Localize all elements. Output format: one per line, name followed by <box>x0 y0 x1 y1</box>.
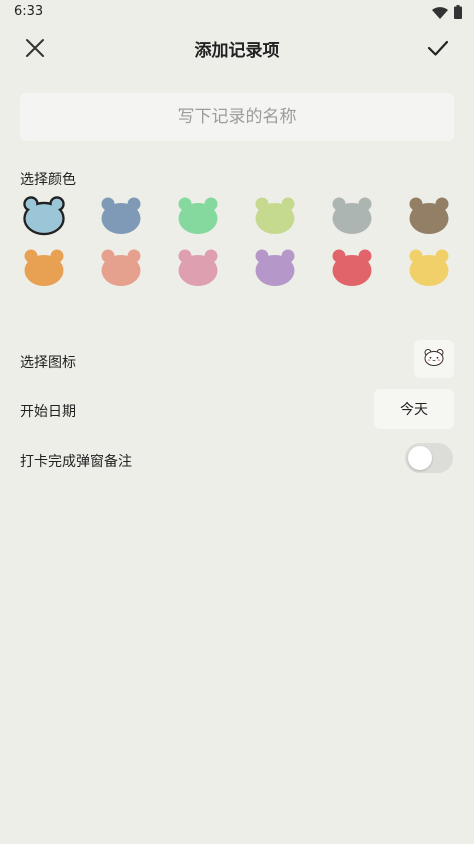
wifi-icon <box>432 4 448 23</box>
icon-picker-button[interactable] <box>414 340 454 378</box>
start-date-button[interactable]: 今天 <box>374 389 454 429</box>
color-swatch[interactable] <box>99 248 143 288</box>
color-swatch[interactable] <box>176 248 220 288</box>
popup-note-label: 打卡完成弹窗备注 <box>20 454 132 470</box>
bear-face-icon <box>423 348 445 370</box>
color-swatch[interactable] <box>330 196 374 236</box>
color-swatch[interactable] <box>22 248 66 288</box>
color-swatch[interactable] <box>22 196 66 236</box>
color-swatch[interactable] <box>330 248 374 288</box>
check-icon[interactable] <box>426 37 450 59</box>
color-swatch[interactable] <box>407 196 451 236</box>
icon-row-label: 选择图标 <box>20 355 76 371</box>
color-swatch[interactable] <box>253 248 297 288</box>
start-date-label: 开始日期 <box>20 404 76 420</box>
record-name-input[interactable] <box>20 93 454 141</box>
toggle-knob <box>408 446 432 470</box>
battery-icon <box>454 4 462 23</box>
color-swatch[interactable] <box>176 196 220 236</box>
color-swatch[interactable] <box>99 196 143 236</box>
page-title: 添加记录项 <box>194 41 280 61</box>
popup-note-toggle[interactable] <box>405 443 453 473</box>
status-bar: 6:33 <box>0 0 474 24</box>
color-swatch[interactable] <box>407 248 451 288</box>
start-date-value: 今天 <box>400 402 428 418</box>
color-section-label: 选择颜色 <box>20 172 76 188</box>
status-time: 6:33 <box>14 4 44 19</box>
header: 添加记录项 <box>0 28 474 68</box>
color-grid <box>22 196 452 288</box>
color-swatch[interactable] <box>253 196 297 236</box>
status-icons <box>432 4 462 23</box>
